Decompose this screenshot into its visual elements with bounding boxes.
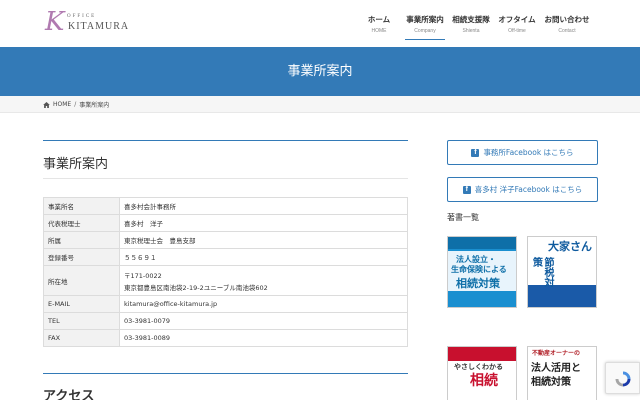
access-heading: アクセス: [43, 373, 408, 400]
table-row: FAX 03-3981-0089: [43, 329, 408, 347]
table-key: 代表税理士: [43, 214, 120, 232]
books-heading: 著書一覧: [447, 213, 479, 222]
book-title: 相続: [470, 373, 498, 389]
table-row: E-MAIL kitamura@office-kitamura.jp: [43, 295, 408, 313]
company-info-table: 事業所名 喜多村会計事務所 代表税理士 喜多村 洋子 所属 東京税理士会 豊島支…: [43, 197, 408, 347]
address: 東京都豊島区南池袋2-19-2ユニーブル南池袋602: [124, 283, 268, 292]
facebook-icon: f: [462, 185, 471, 194]
table-key: 事業所名: [43, 197, 120, 215]
table-value: 喜多村 洋子: [119, 214, 408, 232]
book-title: 大家さん: [548, 240, 592, 253]
table-value: 東京税理士会 豊島支部: [119, 231, 408, 249]
table-value: 喜多村会計事務所: [119, 197, 408, 215]
breadcrumb-current: 事業所案内: [79, 102, 110, 109]
site-logo[interactable]: K OFFICE KITAMURA: [45, 7, 128, 37]
section-title: 事業所案内: [43, 140, 408, 179]
page-title: 事業所案内: [287, 64, 353, 79]
main-content: 事業所案内 事業所名 喜多村会計事務所 代表税理士 喜多村 洋子 所属 東京税理…: [43, 140, 408, 400]
nav-item-company[interactable]: 事業所案内 Company: [401, 0, 449, 47]
logo-office-text: OFFICE: [67, 14, 97, 19]
table-row: 所在地 〒171-0022 東京都豊島区南池袋2-19-2ユニーブル南池袋602: [43, 265, 408, 296]
table-key: E-MAIL: [43, 295, 120, 313]
button-label: 事務所Facebook はこちら: [483, 148, 574, 157]
kitamura-facebook-button[interactable]: f 喜多村 洋子Facebook はこちら: [447, 177, 598, 202]
table-row: TEL 03-3981-0079: [43, 312, 408, 330]
book-title: 節税対策: [530, 257, 554, 287]
cover-band: [528, 285, 596, 307]
table-row: 所属 東京税理士会 豊島支部: [43, 231, 408, 249]
book-title: 法人活用と: [531, 363, 581, 374]
nav-label: 相続支援隊: [452, 15, 490, 24]
nav-item-home[interactable]: ホーム HOME: [355, 0, 403, 47]
nav-label: 事業所案内: [406, 15, 444, 24]
book-cover[interactable]: やさしくわかる 相続: [447, 346, 517, 400]
breadcrumb: HOME / 事業所案内: [0, 96, 640, 113]
logo-mark: K: [45, 7, 65, 37]
table-key: FAX: [43, 329, 120, 347]
nav-sublabel: Shienta: [462, 28, 480, 34]
table-value: 03-3981-0079: [119, 312, 408, 330]
nav-sublabel: Company: [414, 28, 436, 34]
nav-item-offtime[interactable]: オフタイム Off-time: [493, 0, 541, 47]
recaptcha-icon: [615, 371, 631, 387]
book-title: 相続対策: [531, 377, 571, 388]
book-title: 法人設立・: [456, 255, 496, 264]
recaptcha-badge[interactable]: [605, 362, 640, 394]
table-value: ５５６９１: [119, 248, 408, 266]
table-row: 登録番号 ５５６９１: [43, 248, 408, 266]
book-cover[interactable]: 不動産オーナーの 法人活用と 相続対策: [527, 346, 597, 400]
table-value: 03-3981-0089: [119, 329, 408, 347]
button-label: 喜多村 洋子Facebook はこちら: [474, 185, 583, 194]
office-facebook-button[interactable]: f 事務所Facebook はこちら: [447, 140, 598, 165]
table-value: 〒171-0022 東京都豊島区南池袋2-19-2ユニーブル南池袋602: [119, 265, 408, 296]
nav-sublabel: Contact: [558, 28, 576, 34]
nav-item-shienta[interactable]: 相続支援隊 Shienta: [447, 0, 495, 47]
home-icon: [43, 101, 50, 108]
nav-label: お問い合わせ: [544, 15, 590, 24]
table-key: TEL: [43, 312, 120, 330]
breadcrumb-separator: /: [74, 101, 77, 108]
global-nav: ホーム HOME 事業所案内 Company 相続支援隊 Shienta オフタ…: [357, 0, 595, 47]
nav-label: ホーム: [367, 15, 391, 24]
book-cover[interactable]: 法人設立・ 生命保険による 相続対策: [447, 236, 517, 308]
nav-sublabel: Off-time: [508, 28, 526, 34]
book-title: 相続対策: [456, 277, 500, 290]
book-cover[interactable]: 大家さん 節税対策: [527, 236, 597, 308]
table-row: 代表税理士 喜多村 洋子: [43, 214, 408, 232]
book-title: 不動産オーナーの: [532, 350, 581, 357]
table-row: 事業所名 喜多村会計事務所: [43, 197, 408, 215]
breadcrumb-home-link[interactable]: HOME: [53, 101, 71, 108]
table-key: 所在地: [43, 265, 120, 296]
book-title: 生命保険による: [451, 265, 507, 274]
logo-name-text: KITAMURA: [68, 21, 130, 32]
nav-item-contact[interactable]: お問い合わせ Contact: [539, 0, 595, 47]
cover-band: [448, 237, 516, 249]
table-key: 登録番号: [43, 248, 120, 266]
facebook-icon: f: [471, 148, 480, 157]
nav-label: オフタイム: [498, 15, 536, 24]
page-header-banner: 事業所案内: [0, 47, 640, 96]
cover-band: [448, 347, 516, 361]
site-header: K OFFICE KITAMURA ホーム HOME 事業所案内 Company…: [0, 0, 640, 47]
nav-sublabel: HOME: [371, 28, 387, 34]
table-key: 所属: [43, 231, 120, 249]
book-title: やさしくわかる: [454, 363, 503, 371]
sidebar: f 事務所Facebook はこちら f 喜多村 洋子Facebook はこちら…: [447, 140, 598, 400]
postal-code: 〒171-0022: [124, 271, 162, 280]
email-link[interactable]: kitamura@office-kitamura.jp: [119, 295, 408, 313]
